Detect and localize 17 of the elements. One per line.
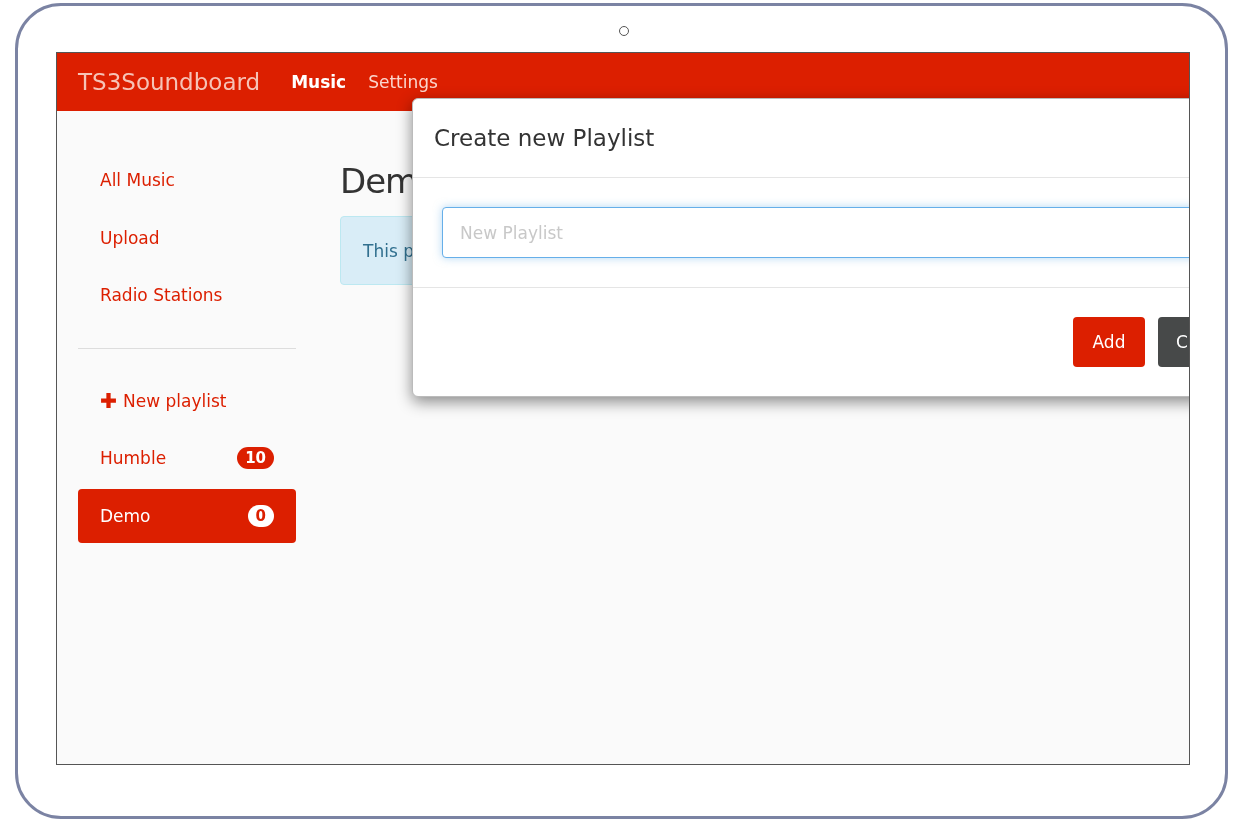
- playlist-item[interactable]: Humble 10: [78, 431, 296, 485]
- sidebar-link[interactable]: All Music: [78, 153, 296, 207]
- nav-link[interactable]: Settings: [368, 68, 438, 96]
- add-button[interactable]: Add: [1073, 317, 1145, 367]
- playlist-name: Humble: [100, 448, 167, 468]
- plus-icon: [100, 392, 117, 409]
- sidebar-link[interactable]: Upload: [78, 210, 296, 265]
- sidebar-link[interactable]: Radio Stations: [78, 268, 296, 322]
- brand-logo[interactable]: TS3Soundboard: [78, 65, 261, 99]
- modal-title: Create new Playlist: [434, 125, 655, 151]
- new-playlist-link[interactable]: New playlist: [78, 373, 296, 428]
- count-badge: 0: [247, 504, 274, 527]
- cancel-button[interactable]: C: [1158, 317, 1189, 367]
- nav-link[interactable]: Music: [291, 68, 347, 96]
- playlist-name: Demo: [100, 505, 151, 526]
- playlist-item[interactable]: Demo 0: [78, 488, 296, 543]
- count-badge: 10: [237, 447, 274, 469]
